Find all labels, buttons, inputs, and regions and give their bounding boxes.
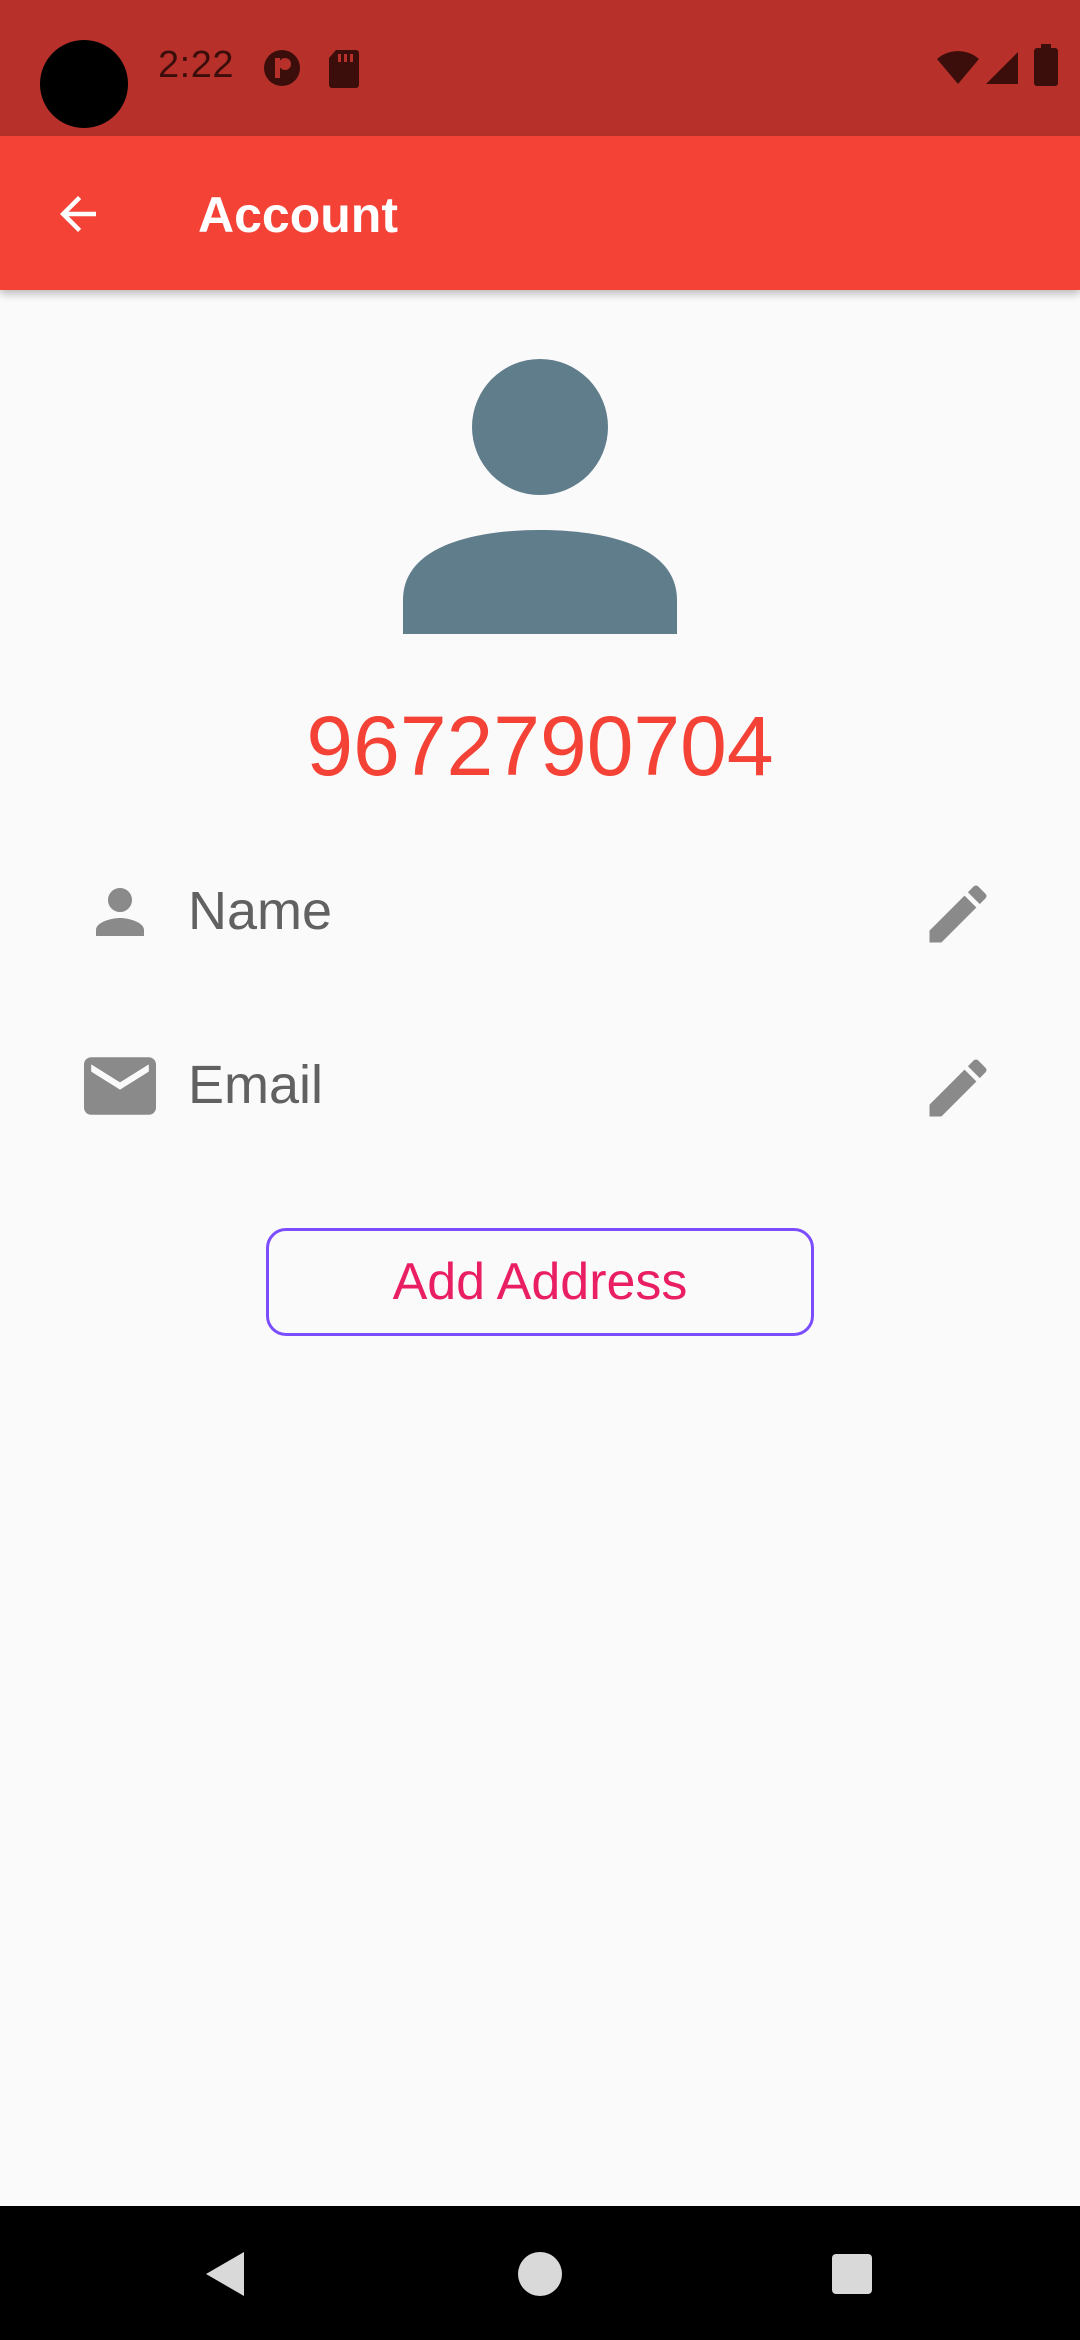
camera-cutout xyxy=(40,40,128,128)
name-label: Name xyxy=(188,881,333,941)
person-avatar-icon xyxy=(390,350,690,650)
recents-square-icon[interactable] xyxy=(824,2246,880,2302)
navigation-bar xyxy=(0,2206,1080,2340)
signal-icon xyxy=(984,50,1020,91)
email-icon xyxy=(80,1050,156,1122)
edit-name-button[interactable] xyxy=(920,876,996,952)
edit-email-button[interactable] xyxy=(920,1050,996,1126)
email-row: Email xyxy=(0,1020,1080,1140)
pencil-edit-icon xyxy=(929,885,987,943)
wifi-icon xyxy=(936,50,980,91)
page-title: Account xyxy=(198,187,398,243)
email-label: Email xyxy=(188,1055,324,1115)
name-row: Name xyxy=(0,846,1080,966)
back-button[interactable] xyxy=(30,166,126,262)
home-circle-icon[interactable] xyxy=(512,2246,568,2302)
phone-number: 9672790704 xyxy=(306,699,774,793)
status-bar: 2:22 xyxy=(0,0,1080,136)
person-icon xyxy=(84,876,156,948)
battery-icon xyxy=(1034,44,1058,91)
status-time: 2:22 xyxy=(158,44,234,86)
add-address-button[interactable]: Add Address xyxy=(266,1228,814,1336)
arrow-back-icon xyxy=(60,196,96,232)
back-triangle-icon[interactable] xyxy=(198,2246,254,2302)
notification-icon xyxy=(262,48,302,93)
sd-card-icon xyxy=(328,48,360,93)
app-bar: Account xyxy=(0,136,1080,290)
pencil-edit-icon xyxy=(929,1059,987,1117)
